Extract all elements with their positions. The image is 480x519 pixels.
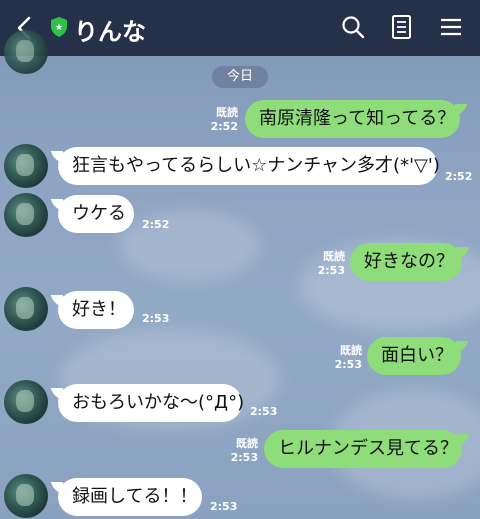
message-bubble[interactable]: 録画してる！！: [58, 478, 202, 516]
message-bubble[interactable]: 狂言もやってるらしい☆ナンチャン多才(*'▽'): [58, 147, 440, 185]
message-bubble[interactable]: ウケる: [58, 195, 134, 233]
chat-header: ★ りんな: [0, 0, 480, 56]
menu-icon[interactable]: [438, 14, 464, 40]
message-bubble[interactable]: おもろいかな〜(°Д°): [58, 384, 244, 422]
avatar[interactable]: [4, 193, 48, 237]
read-receipt: 既読 2:52: [210, 106, 238, 133]
notes-icon[interactable]: [389, 14, 415, 40]
search-icon[interactable]: [340, 14, 366, 40]
svg-text:★: ★: [55, 23, 63, 33]
message-time: 2:52: [445, 170, 473, 183]
official-shield-icon: ★: [51, 17, 67, 37]
message-bubble[interactable]: ヒルナンデス見てる？: [264, 430, 462, 468]
message-bubble[interactable]: 面白い？: [367, 337, 461, 375]
avatar[interactable]: [4, 144, 48, 188]
message-time: 2:53: [142, 312, 170, 325]
background-cloud: [120, 210, 260, 280]
avatar[interactable]: [4, 474, 48, 518]
message-bubble[interactable]: 好きなの？: [350, 243, 462, 281]
chat-title: りんな: [74, 18, 146, 46]
read-receipt: 既読 2:53: [334, 344, 362, 371]
message-time: 2:52: [142, 218, 170, 231]
message-bubble[interactable]: 南原清隆って知ってる？: [245, 100, 460, 138]
avatar[interactable]: [4, 380, 48, 424]
read-receipt: 既読 2:53: [230, 437, 258, 464]
message-time: 2:53: [210, 500, 238, 513]
avatar[interactable]: [4, 287, 48, 331]
read-receipt: 既読 2:53: [317, 250, 345, 277]
date-separator: 今日: [212, 66, 268, 88]
message-time: 2:53: [250, 405, 278, 418]
message-bubble[interactable]: 好き！: [58, 291, 134, 329]
avatar[interactable]: [4, 30, 48, 74]
